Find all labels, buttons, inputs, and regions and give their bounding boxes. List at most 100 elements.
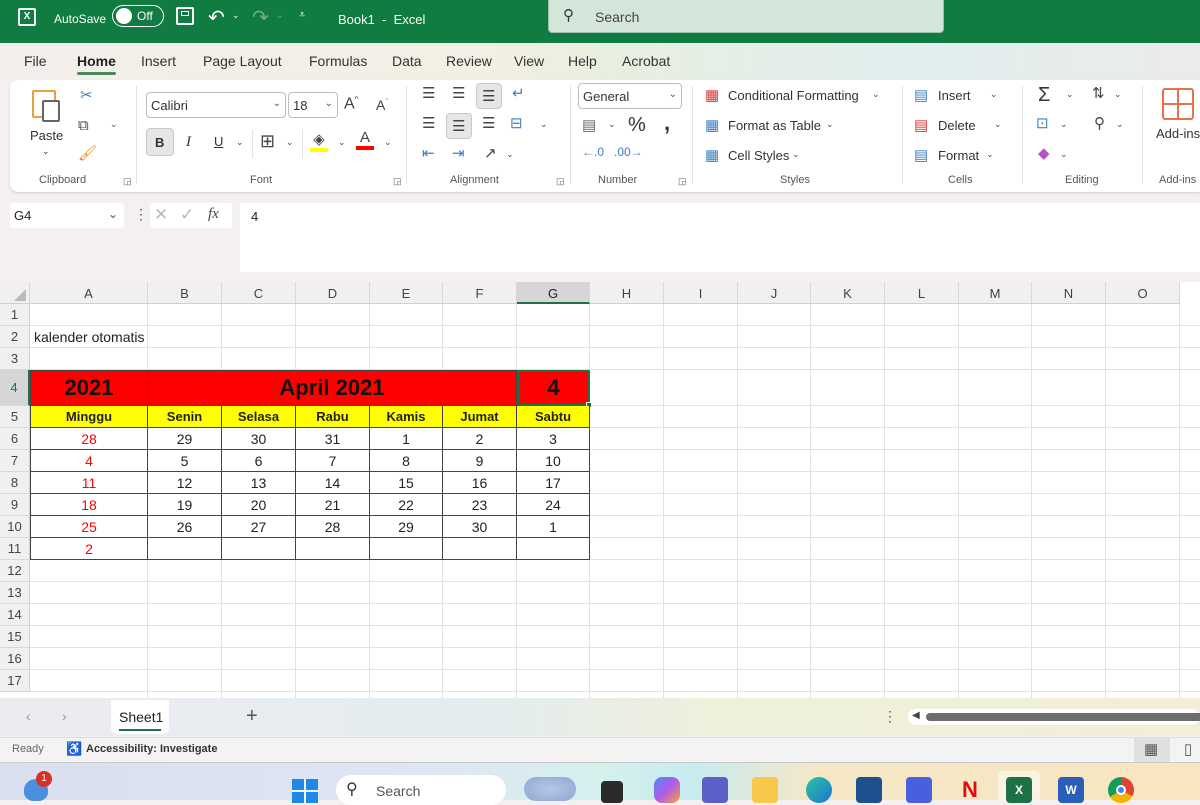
accessibility-icon[interactable]: ♿	[66, 741, 82, 757]
undo-dropdown-icon[interactable]: ⌄	[232, 10, 240, 21]
underline-button[interactable]: U	[214, 134, 223, 149]
calendar-day-cell[interactable]: 30	[443, 516, 517, 538]
day-header-selasa[interactable]: Selasa	[222, 406, 296, 428]
calendar-day-cell[interactable]: 3	[517, 428, 590, 450]
calendar-day-cell[interactable]: 6	[222, 450, 296, 472]
app-icon[interactable]	[906, 777, 932, 803]
insert-function-icon[interactable]: fx	[208, 206, 219, 223]
column-header-e[interactable]: E	[370, 282, 443, 304]
calendar-day-cell[interactable]: 16	[443, 472, 517, 494]
day-header-minggu[interactable]: Minggu	[30, 406, 148, 428]
calendar-day-cell[interactable]: 26	[148, 516, 222, 538]
row-header-6[interactable]: 6	[0, 428, 30, 450]
row-header-14[interactable]: 14	[0, 604, 30, 626]
bottom-align-button[interactable]: ☰	[476, 83, 502, 109]
column-header-a[interactable]: A	[30, 282, 148, 304]
calendar-day-cell[interactable]: 1	[370, 428, 443, 450]
next-sheet-icon[interactable]: ›	[62, 708, 67, 724]
column-header-d[interactable]: D	[296, 282, 370, 304]
merge-center-icon[interactable]: ⊟	[510, 116, 523, 131]
row-header-2[interactable]: 2	[0, 326, 30, 348]
percent-style-button[interactable]: %	[628, 114, 646, 137]
italic-button[interactable]: I	[186, 134, 191, 151]
scroll-left-icon[interactable]: ◀	[912, 710, 920, 721]
calendar-day-cell[interactable]: 28	[30, 428, 148, 450]
search-box[interactable]: ⚲ Search	[548, 0, 944, 33]
format-painter-icon[interactable]: 🖌	[78, 146, 97, 161]
calendar-day-cell[interactable]: 12	[148, 472, 222, 494]
calendar-day-cell[interactable]: 29	[148, 428, 222, 450]
column-header-o[interactable]: O	[1106, 282, 1180, 304]
row-header-7[interactable]: 7	[0, 450, 30, 472]
calendar-day-cell[interactable]: 24	[517, 494, 590, 516]
fill-dropdown-icon[interactable]: ⌄	[1060, 120, 1068, 129]
calendar-day-cell[interactable]: 31	[296, 428, 370, 450]
cell-styles-button[interactable]: Cell Styles	[728, 148, 789, 163]
align-left-icon[interactable]: ☰	[422, 116, 435, 131]
font-color-icon[interactable]: A	[356, 130, 374, 150]
calendar-day-cell[interactable]: 25	[30, 516, 148, 538]
add-sheet-button[interactable]: +	[246, 705, 258, 728]
tab-help[interactable]: Help	[568, 53, 597, 69]
decrease-decimal-icon[interactable]: .00→	[614, 146, 643, 158]
start-icon[interactable]	[292, 779, 318, 803]
copilot-search-highlight-icon[interactable]	[524, 777, 576, 801]
accounting-dropdown-icon[interactable]: ⌄	[608, 120, 616, 129]
orientation-icon[interactable]: ↗	[484, 146, 497, 161]
copy-icon[interactable]: ⧉	[78, 118, 89, 133]
column-header-j[interactable]: J	[738, 282, 811, 304]
tab-file[interactable]: File	[24, 53, 47, 69]
tab-view[interactable]: View	[514, 53, 544, 69]
fill-color-icon[interactable]: ◈	[310, 132, 328, 152]
taskbar-search[interactable]: ⚲ Search	[336, 775, 506, 805]
netflix-icon[interactable]: N	[962, 777, 978, 803]
add-ins-button[interactable]: Add-ins	[1156, 126, 1200, 141]
normal-view-button[interactable]: ▦	[1134, 738, 1170, 762]
scrollbar-thumb[interactable]	[926, 713, 1200, 721]
sort-filter-icon[interactable]: ⇅	[1092, 86, 1105, 101]
row-header-9[interactable]: 9	[0, 494, 30, 516]
tab-split-handle[interactable]: ⋮	[883, 708, 897, 725]
row-header-11[interactable]: 11	[0, 538, 30, 560]
tab-review[interactable]: Review	[446, 53, 492, 69]
borders-dropdown-icon[interactable]: ⌄	[286, 138, 294, 147]
calendar-day-cell[interactable]: 11	[30, 472, 148, 494]
save-icon[interactable]	[176, 7, 194, 25]
row-header-4[interactable]: 4	[0, 370, 30, 406]
paste-button[interactable]: Paste ⌄	[28, 86, 68, 166]
number-launcher-icon[interactable]: ◲	[678, 176, 687, 187]
grow-font-icon[interactable]: A^	[344, 96, 358, 112]
page-layout-view-icon[interactable]: ▯	[1184, 740, 1192, 758]
calendar-day-cell[interactable]: 15	[370, 472, 443, 494]
row-header-15[interactable]: 15	[0, 626, 30, 648]
align-right-icon[interactable]: ☰	[482, 116, 495, 131]
insert-cells-icon[interactable]: ▤	[914, 88, 928, 103]
alignment-launcher-icon[interactable]: ◲	[556, 176, 565, 187]
row-header-1[interactable]: 1	[0, 304, 30, 326]
center-align-button[interactable]: ☰	[446, 113, 472, 139]
row-header-16[interactable]: 16	[0, 648, 30, 670]
clipboard-launcher-icon[interactable]: ◲	[123, 176, 132, 187]
font-color-dropdown-icon[interactable]: ⌄	[384, 138, 392, 147]
calendar-day-cell[interactable]	[517, 538, 590, 560]
tab-formulas[interactable]: Formulas	[309, 53, 367, 69]
month-cell[interactable]: April 2021	[148, 370, 517, 406]
borders-icon[interactable]: ⊞	[260, 132, 275, 150]
font-launcher-icon[interactable]: ◲	[393, 176, 402, 187]
calendar-day-cell[interactable]: 20	[222, 494, 296, 516]
underline-dropdown-icon[interactable]: ⌄	[236, 138, 244, 147]
tab-data[interactable]: Data	[392, 53, 422, 69]
day-header-senin[interactable]: Senin	[148, 406, 222, 428]
cut-icon[interactable]: ✂	[80, 88, 93, 103]
row-header-10[interactable]: 10	[0, 516, 30, 538]
calendar-day-cell[interactable]: 2	[443, 428, 517, 450]
comma-style-button[interactable]: ,	[664, 110, 670, 136]
cancel-icon[interactable]: ✕	[154, 205, 168, 225]
calendar-day-cell[interactable]: 14	[296, 472, 370, 494]
calendar-day-cell[interactable]: 27	[222, 516, 296, 538]
prev-sheet-icon[interactable]: ‹	[26, 708, 31, 724]
autosum-button[interactable]: Σ	[1038, 84, 1050, 107]
customize-qat-icon[interactable]: ⩡	[299, 9, 305, 22]
calendar-day-cell[interactable]: 5	[148, 450, 222, 472]
calendar-day-cell[interactable]: 8	[370, 450, 443, 472]
